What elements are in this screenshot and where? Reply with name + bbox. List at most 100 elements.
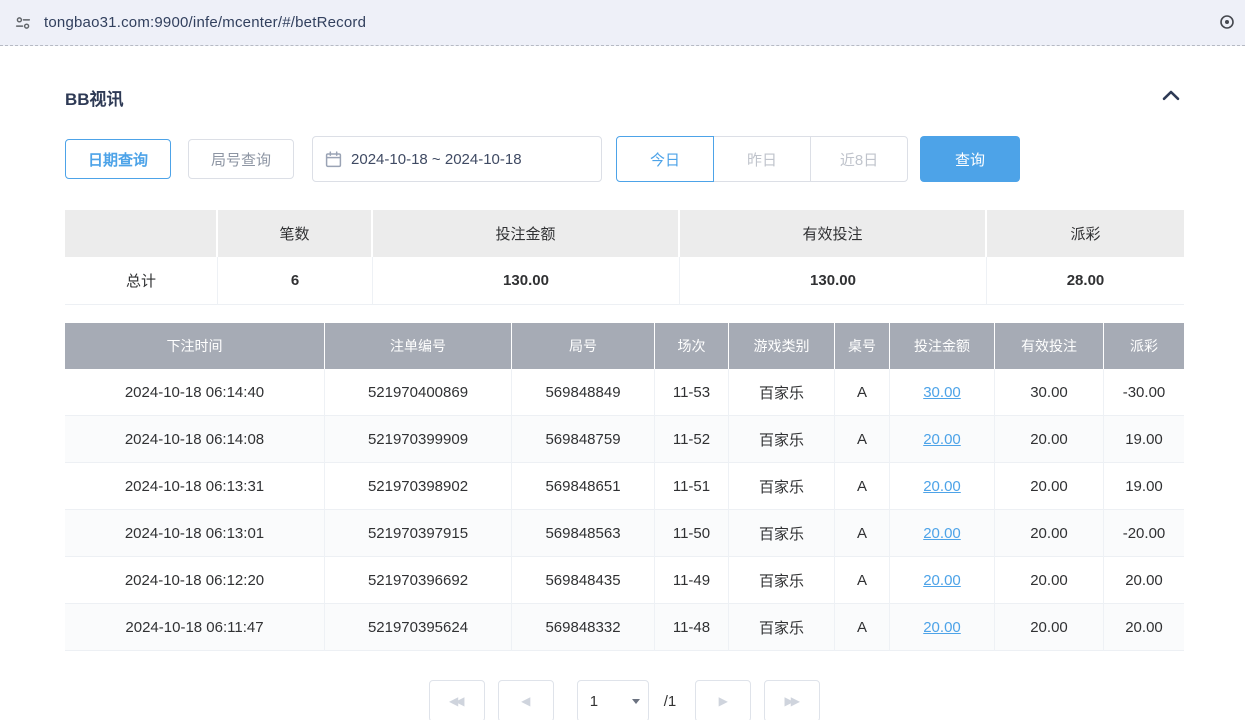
cell-valid-bet: 20.00	[995, 557, 1104, 604]
cell-table-no: A	[835, 463, 890, 510]
last-page-button[interactable]: ▶▶	[764, 680, 820, 720]
cell-order-no: 521970395624	[325, 604, 512, 651]
cell-order-no: 521970396692	[325, 557, 512, 604]
address-bar[interactable]: tongbao31.com:9900/infe/mcenter/#/betRec…	[0, 0, 1245, 46]
cell-session: 11-53	[655, 369, 729, 416]
bet-record-page: BB视讯 日期查询 局号查询 2024-10-18 ~ 2024-10-18	[0, 46, 1245, 720]
cell-order-no: 521970399909	[325, 416, 512, 463]
panel-header: BB视讯	[65, 84, 1184, 110]
calendar-icon	[325, 151, 342, 168]
cell-table-no: A	[835, 604, 890, 651]
summary-total-row: 总计 6 130.00 130.00 28.00	[65, 257, 1184, 305]
round-query-tab[interactable]: 局号查询	[188, 139, 294, 179]
cell-round-no: 569848563	[512, 510, 655, 557]
cell-order-no: 521970397915	[325, 510, 512, 557]
date-range-picker[interactable]: 2024-10-18 ~ 2024-10-18	[312, 136, 602, 182]
cell-round-no: 569848759	[512, 416, 655, 463]
cell-bet-time: 2024-10-18 06:13:01	[65, 510, 325, 557]
cell-round-no: 569848435	[512, 557, 655, 604]
cell-game-type: 百家乐	[729, 416, 835, 463]
header-round-no: 局号	[512, 323, 655, 369]
filter-toolbar: 日期查询 局号查询 2024-10-18 ~ 2024-10-18 今日 昨日 …	[65, 136, 1184, 182]
table-row: 2024-10-18 06:12:20 521970396692 5698484…	[65, 557, 1184, 604]
bet-table-body: 2024-10-18 06:14:40 521970400869 5698488…	[65, 369, 1184, 651]
collapse-panel-button[interactable]	[1158, 84, 1184, 110]
bet-amount-link[interactable]: 20.00	[923, 431, 961, 448]
cell-game-type: 百家乐	[729, 463, 835, 510]
cell-order-no: 521970400869	[325, 369, 512, 416]
cell-table-no: A	[835, 369, 890, 416]
summary-total-bet-amount: 130.00	[373, 257, 680, 305]
cell-bet-time: 2024-10-18 06:14:40	[65, 369, 325, 416]
summary-total-payout: 28.00	[987, 257, 1184, 305]
site-controls-icon[interactable]	[14, 14, 32, 32]
header-game-type: 游戏类别	[729, 323, 835, 369]
header-payout: 派彩	[1104, 323, 1184, 369]
header-order-no: 注单编号	[325, 323, 512, 369]
bet-amount-link[interactable]: 20.00	[923, 525, 961, 542]
table-row: 2024-10-18 06:14:40 521970400869 5698488…	[65, 369, 1184, 416]
cell-session: 11-50	[655, 510, 729, 557]
summary-header-bet-amount: 投注金额	[373, 210, 680, 257]
cell-game-type: 百家乐	[729, 369, 835, 416]
first-page-button[interactable]: ◀◀	[429, 680, 485, 720]
header-table-no: 桌号	[835, 323, 890, 369]
cell-valid-bet: 30.00	[995, 369, 1104, 416]
bet-amount-link[interactable]: 20.00	[923, 619, 961, 636]
cell-session: 11-52	[655, 416, 729, 463]
bet-amount-link[interactable]: 30.00	[923, 384, 961, 401]
quick-date-group: 今日 昨日 近8日	[616, 136, 908, 182]
cell-round-no: 569848651	[512, 463, 655, 510]
address-bar-right-icon[interactable]	[1219, 14, 1235, 30]
page-select-wrap: 1	[577, 680, 649, 720]
next-page-button[interactable]: ▶	[695, 680, 751, 720]
table-row: 2024-10-18 06:14:08 521970399909 5698487…	[65, 416, 1184, 463]
table-row: 2024-10-18 06:13:01 521970397915 5698485…	[65, 510, 1184, 557]
summary-header-valid-bet: 有效投注	[680, 210, 987, 257]
double-right-arrow-icon: ▶▶	[785, 694, 797, 708]
cell-bet-time: 2024-10-18 06:12:20	[65, 557, 325, 604]
chevron-up-icon	[1162, 88, 1180, 106]
cell-payout: 20.00	[1104, 557, 1184, 604]
page-select[interactable]: 1	[577, 680, 649, 720]
double-left-arrow-icon: ◀◀	[449, 694, 461, 708]
header-bet-time: 下注时间	[65, 323, 325, 369]
quick-today-button[interactable]: 今日	[616, 136, 714, 182]
cell-payout: 20.00	[1104, 604, 1184, 651]
quick-last8days-button[interactable]: 近8日	[810, 136, 908, 182]
header-valid-bet: 有效投注	[995, 323, 1104, 369]
cell-session: 11-48	[655, 604, 729, 651]
cell-game-type: 百家乐	[729, 510, 835, 557]
bet-amount-link[interactable]: 20.00	[923, 478, 961, 495]
bet-amount-link[interactable]: 20.00	[923, 572, 961, 589]
table-row: 2024-10-18 06:13:31 521970398902 5698486…	[65, 463, 1184, 510]
cell-valid-bet: 20.00	[995, 463, 1104, 510]
header-session: 场次	[655, 323, 729, 369]
summary-header-row: 笔数 投注金额 有效投注 派彩	[65, 210, 1184, 257]
summary-header-count: 笔数	[218, 210, 373, 257]
summary-total-count: 6	[218, 257, 373, 305]
search-button[interactable]: 查询	[920, 136, 1020, 182]
cell-game-type: 百家乐	[729, 557, 835, 604]
cell-table-no: A	[835, 557, 890, 604]
prev-page-button[interactable]: ◀	[498, 680, 554, 720]
cell-payout: -30.00	[1104, 369, 1184, 416]
cell-valid-bet: 20.00	[995, 510, 1104, 557]
date-query-tab[interactable]: 日期查询	[65, 139, 171, 179]
page-total-label: /1	[664, 693, 677, 710]
summary-corner-cell	[65, 210, 218, 257]
date-range-value: 2024-10-18 ~ 2024-10-18	[351, 151, 522, 168]
right-arrow-icon: ▶	[719, 694, 728, 708]
summary-table: 笔数 投注金额 有效投注 派彩 总计 6 130.00 130.00 28.00	[65, 210, 1184, 305]
quick-yesterday-button[interactable]: 昨日	[713, 136, 811, 182]
table-row: 2024-10-18 06:11:47 521970395624 5698483…	[65, 604, 1184, 651]
cell-session: 11-49	[655, 557, 729, 604]
cell-payout: 19.00	[1104, 416, 1184, 463]
cell-payout: -20.00	[1104, 510, 1184, 557]
cell-round-no: 569848849	[512, 369, 655, 416]
url-text[interactable]: tongbao31.com:9900/infe/mcenter/#/betRec…	[44, 14, 366, 31]
cell-table-no: A	[835, 416, 890, 463]
pagination: ◀◀ ◀ 1 /1 ▶ ▶▶	[65, 680, 1184, 720]
cell-bet-time: 2024-10-18 06:13:31	[65, 463, 325, 510]
bet-table-header-row: 下注时间 注单编号 局号 场次 游戏类别 桌号 投注金额 有效投注 派彩	[65, 323, 1184, 369]
